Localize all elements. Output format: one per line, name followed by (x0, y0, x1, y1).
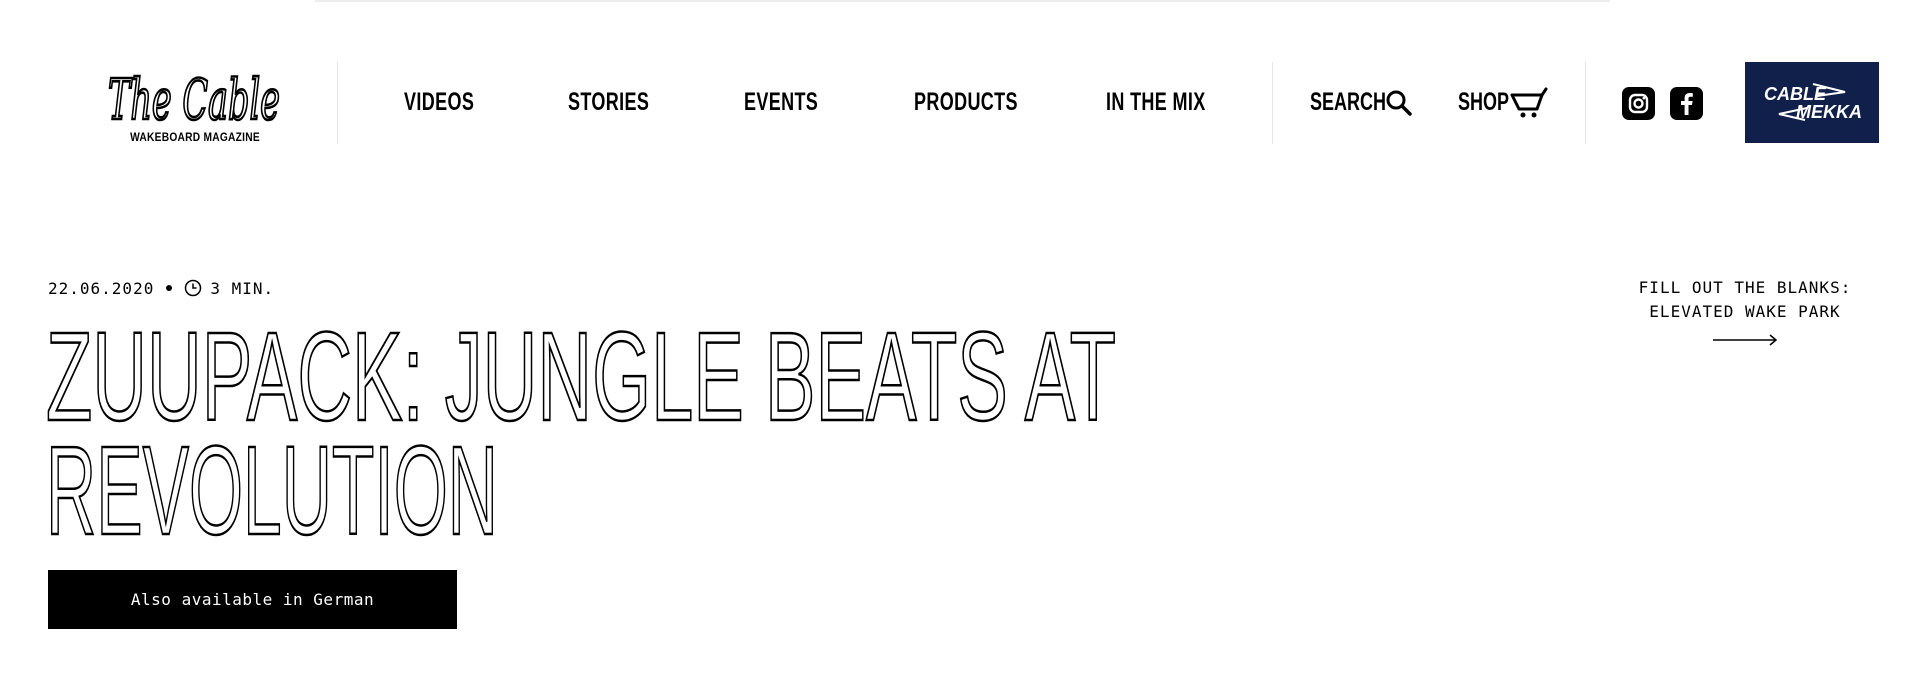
instagram-link[interactable] (1622, 87, 1655, 120)
partner-line1: CABLE (1764, 84, 1827, 104)
logo-script: The Cable (107, 67, 282, 135)
logo-wordmark: The Cable (108, 68, 280, 133)
article-meta: 22.06.2020 3 MIN. (48, 278, 274, 298)
related-line-1: FILL OUT THE BLANKS: (1638, 278, 1852, 297)
cable-mekka-badge[interactable]: CABLE MEKKA (1745, 62, 1879, 143)
nav-divider (337, 62, 338, 144)
related-line-2: ELEVATED WAKE PARK (1649, 302, 1841, 321)
read-time: 3 MIN. (210, 278, 275, 298)
related-article-link[interactable]: FILL OUT THE BLANKS: ELEVATED WAKE PARK (1600, 276, 1890, 346)
nav-stories[interactable]: STORIES (568, 87, 649, 117)
partner-line2: MEKKA (1796, 102, 1862, 122)
title-line-2: REVOLUTION (46, 420, 498, 544)
german-version-button[interactable]: Also available in German (48, 570, 457, 629)
nav-divider (1272, 62, 1273, 144)
facebook-link[interactable] (1670, 87, 1703, 120)
nav-in-the-mix[interactable]: IN THE MIX (1106, 87, 1206, 117)
cable-mekka-logo: CABLE MEKKA (1764, 83, 1862, 122)
nav-events[interactable]: EVENTS (744, 87, 818, 117)
article-date: 22.06.2020 (48, 278, 155, 298)
cart-icon (1510, 87, 1548, 118)
nav-videos[interactable]: VIDEOS (404, 87, 474, 117)
logo-tagline: WAKEBOARD MAGAZINE (130, 130, 260, 144)
clock-icon (185, 279, 202, 297)
search-label: SEARCH (1310, 87, 1387, 116)
arrow-right-icon (1713, 334, 1778, 346)
facebook-icon (1681, 93, 1693, 115)
search-icon (1386, 90, 1412, 116)
site-header: The Cable WAKEBOARD MAGAZINE VIDEOS STOR… (0, 62, 1920, 144)
instagram-icon (1628, 93, 1649, 114)
top-border (315, 0, 1610, 2)
meta-separator (166, 285, 173, 291)
shop-label: SHOP (1458, 87, 1510, 116)
site-logo[interactable]: The Cable WAKEBOARD MAGAZINE (100, 55, 290, 155)
social-divider (1585, 62, 1586, 144)
nav-products[interactable]: PRODUCTS (914, 87, 1018, 117)
shop-button[interactable]: SHOP (1458, 87, 1553, 118)
search-button[interactable]: SEARCH (1310, 87, 1415, 117)
article-title: ZUUPACK: JUNGLE BEATS AT REVOLUTION (45, 318, 1118, 544)
